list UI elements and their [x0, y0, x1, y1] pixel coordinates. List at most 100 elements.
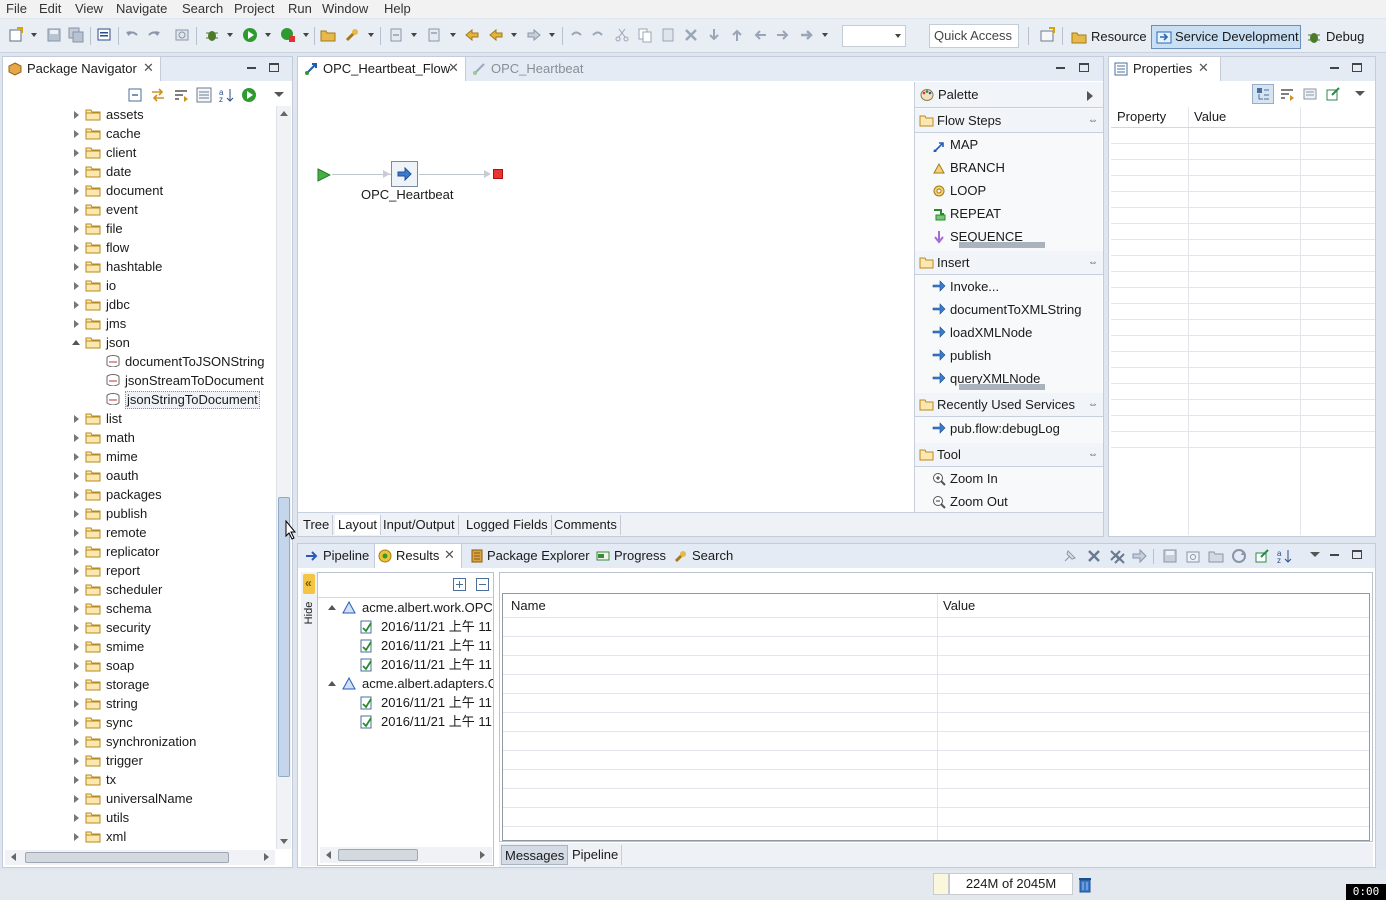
- navigator-folder-item[interactable]: string: [3, 694, 275, 713]
- tab-package-navigator[interactable]: Package Navigator ✕: [3, 57, 161, 81]
- open-result-icon[interactable]: [1208, 548, 1224, 564]
- navigator-folder-item[interactable]: smime: [3, 637, 275, 656]
- navigator-folder-item[interactable]: hashtable: [3, 257, 275, 276]
- collapsed-arrow-icon[interactable]: [74, 605, 79, 613]
- move-down-icon[interactable]: [706, 27, 722, 43]
- perspective-debug[interactable]: Debug: [1304, 26, 1364, 48]
- minimize-icon[interactable]: [247, 67, 256, 69]
- edit-undo-icon[interactable]: [568, 27, 584, 43]
- navigator-menu-icon[interactable]: [274, 92, 284, 97]
- collapsed-arrow-icon[interactable]: [74, 662, 79, 670]
- pin-icon[interactable]: [1062, 548, 1078, 564]
- navigator-hscroll-thumb[interactable]: [25, 852, 229, 863]
- navigator-folder-item[interactable]: remote: [3, 523, 275, 542]
- expanded-arrow-icon[interactable]: [328, 605, 336, 610]
- collapsed-arrow-icon[interactable]: [74, 206, 79, 214]
- run-dropdown-icon[interactable]: [265, 33, 271, 37]
- garbage-collect-icon[interactable]: [1077, 876, 1093, 893]
- navigator-vertical-scrollbar[interactable]: [276, 106, 291, 849]
- collapse-tree-icon[interactable]: «: [303, 574, 315, 594]
- close-icon[interactable]: ✕: [444, 547, 455, 563]
- palette-item[interactable]: documentToXMLString: [915, 298, 1103, 321]
- collapsed-arrow-icon[interactable]: [74, 529, 79, 537]
- save-icon[interactable]: [46, 27, 62, 43]
- collapsed-arrow-icon[interactable]: [74, 776, 79, 784]
- forward-icon[interactable]: [526, 27, 542, 43]
- paste-icon[interactable]: [660, 27, 676, 43]
- close-icon[interactable]: ✕: [448, 60, 459, 76]
- open-console-icon[interactable]: [96, 27, 112, 43]
- tab-opc-heartbeat[interactable]: OPC_Heartbeat: [468, 57, 588, 81]
- collapsed-arrow-icon[interactable]: [74, 453, 79, 461]
- collapsed-arrow-icon[interactable]: [74, 643, 79, 651]
- move-right-icon[interactable]: [775, 27, 791, 43]
- palette-collapse-icon[interactable]: [1087, 91, 1093, 101]
- results-run-item[interactable]: 2016/11/21 上午 11: [318, 712, 493, 731]
- scroll-left-icon[interactable]: [11, 853, 16, 861]
- collapsed-arrow-icon[interactable]: [74, 301, 79, 309]
- cut-icon[interactable]: [614, 27, 630, 43]
- flow-end-icon[interactable]: [493, 169, 503, 179]
- collapsed-arrow-icon[interactable]: [74, 833, 79, 841]
- navigator-folder-item[interactable]: client: [3, 143, 275, 162]
- scroll-left-icon[interactable]: [326, 851, 331, 859]
- palette-item[interactable]: pub.flow:debugLog: [915, 417, 1103, 440]
- menu-help[interactable]: Help: [384, 1, 411, 16]
- step-dropdown-icon[interactable]: [822, 33, 828, 37]
- navigator-folder-item[interactable]: io: [3, 276, 275, 295]
- prev-annotation-icon[interactable]: [426, 27, 442, 43]
- palette-group-pin-icon[interactable]: ⇔: [1088, 443, 1098, 467]
- results-service-node[interactable]: acme.albert.adapters.C: [318, 674, 493, 693]
- navigator-folder-item[interactable]: tx: [3, 770, 275, 789]
- navigator-horizontal-scrollbar[interactable]: [5, 850, 275, 865]
- restore-result-icon[interactable]: [1185, 548, 1201, 564]
- navigator-folder-item[interactable]: xml: [3, 827, 275, 846]
- expanded-arrow-icon[interactable]: [328, 681, 336, 686]
- navigator-folder-item[interactable]: trigger: [3, 751, 275, 770]
- collapsed-arrow-icon[interactable]: [74, 168, 79, 176]
- undo-icon[interactable]: [124, 27, 140, 43]
- collapse-all-icon[interactable]: [476, 578, 489, 591]
- palette-group-scroll-indicator[interactable]: [959, 384, 1045, 390]
- collapsed-arrow-icon[interactable]: [74, 795, 79, 803]
- navigator-folder-item[interactable]: schema: [3, 599, 275, 618]
- navigator-folder-item[interactable]: flow: [3, 238, 275, 257]
- properties-menu-icon[interactable]: [1355, 91, 1365, 96]
- collapsed-arrow-icon[interactable]: [74, 434, 79, 442]
- flow-canvas[interactable]: OPC_Heartbeat: [298, 82, 914, 512]
- navigator-folder-item[interactable]: storage: [3, 675, 275, 694]
- tab-opc-heartbeat-flow[interactable]: OPC_Heartbeat_Flow ✕: [298, 57, 466, 81]
- collapsed-arrow-icon[interactable]: [74, 719, 79, 727]
- tab-layout[interactable]: Layout: [335, 515, 382, 535]
- search-tool-dropdown-icon[interactable]: [368, 33, 374, 37]
- prev-annotation-dropdown-icon[interactable]: [450, 33, 456, 37]
- save-all-icon[interactable]: [68, 27, 84, 43]
- menu-navigate[interactable]: Navigate: [116, 1, 167, 16]
- minimize-icon[interactable]: [1330, 554, 1339, 556]
- collapsed-arrow-icon[interactable]: [74, 244, 79, 252]
- maximize-icon[interactable]: [1352, 63, 1362, 72]
- save-result-icon[interactable]: [1162, 548, 1178, 564]
- palette-item[interactable]: Zoom Out: [915, 490, 1103, 513]
- minimize-icon[interactable]: [1056, 67, 1065, 69]
- collapsed-arrow-icon[interactable]: [74, 111, 79, 119]
- move-result-icon[interactable]: [1131, 548, 1147, 564]
- results-service-node[interactable]: acme.albert.work.OPC:: [318, 598, 493, 617]
- minimize-icon[interactable]: [1330, 67, 1339, 69]
- scroll-right-icon[interactable]: [264, 853, 269, 861]
- move-left-icon[interactable]: [752, 27, 768, 43]
- close-icon[interactable]: ✕: [143, 60, 154, 76]
- navigator-folder-item[interactable]: date: [3, 162, 275, 181]
- back-icon[interactable]: [488, 27, 504, 43]
- results-run-item[interactable]: 2016/11/21 上午 11: [318, 655, 493, 674]
- navigator-folder-item[interactable]: sync: [3, 713, 275, 732]
- perspective-service-development[interactable]: Service Development: [1151, 25, 1301, 49]
- forward-dropdown-icon[interactable]: [549, 33, 555, 37]
- palette-group-scroll-indicator[interactable]: [959, 242, 1045, 248]
- maximize-icon[interactable]: [1352, 550, 1362, 559]
- collapsed-arrow-icon[interactable]: [74, 415, 79, 423]
- run-service-icon[interactable]: [241, 87, 257, 103]
- collapsed-arrow-icon[interactable]: [74, 149, 79, 157]
- palette-item[interactable]: MAP: [915, 133, 1103, 156]
- collapsed-arrow-icon[interactable]: [74, 282, 79, 290]
